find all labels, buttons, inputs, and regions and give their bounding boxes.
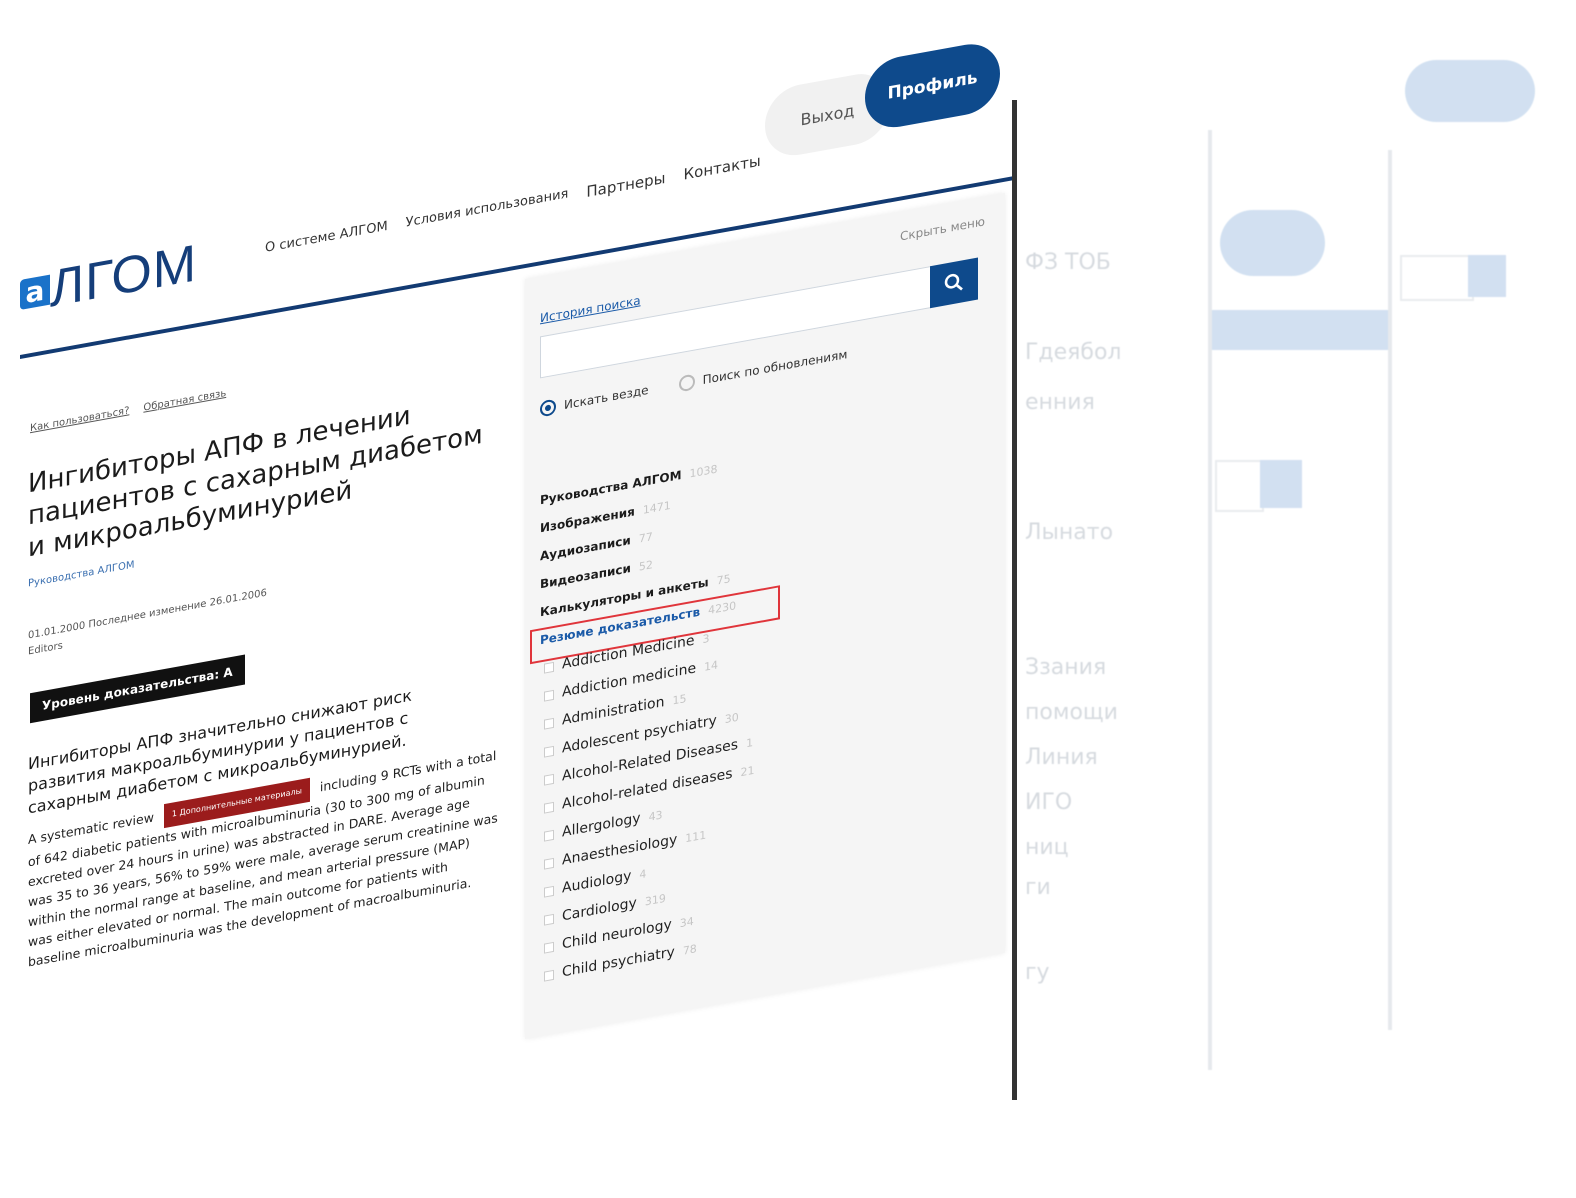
- ghost-text: Гдеябол: [1025, 340, 1122, 365]
- article-dates: 01.01.2000 Последнее изменение 26.01.200…: [28, 587, 267, 642]
- ghost-text: Ззания: [1025, 655, 1107, 680]
- source-link[interactable]: Руководства АЛГОМ: [28, 559, 135, 589]
- category-list: Руководства АЛГОМ 1038 Изображения 1471 Ау…: [530, 407, 980, 990]
- ghost-text: гу: [1025, 960, 1050, 985]
- radio-everywhere-label: Искать везде: [564, 382, 649, 413]
- hide-menu-link[interactable]: Скрыть меню: [900, 214, 985, 243]
- subcategory-count: 34: [679, 914, 694, 931]
- ghost-column-line-2: [1388, 150, 1392, 1030]
- how-to-link[interactable]: Как пользоваться?: [30, 405, 129, 434]
- article-authors: Editors: [28, 640, 63, 658]
- subcategory-count: 30: [724, 710, 739, 727]
- ghost-search-input: [1400, 255, 1474, 301]
- ghost-search-button: [1468, 255, 1506, 297]
- subcategory-count: 3: [702, 631, 710, 647]
- subcategory-count: 14: [704, 658, 719, 674]
- ghost-column-line: [1208, 130, 1212, 1070]
- category-count: 75: [716, 572, 731, 588]
- subcategory-count: 319: [644, 891, 666, 909]
- panel-divider: [1012, 100, 1017, 1100]
- subcategory-count: 15: [672, 692, 687, 708]
- logo-mark: a: [20, 274, 50, 310]
- ghost-button: [1220, 210, 1325, 276]
- ghost-text: ниц: [1025, 835, 1069, 860]
- ghost-search-button-2: [1260, 460, 1302, 508]
- radio-updates[interactable]: Поиск по обновлениям: [678, 346, 848, 393]
- search-icon: [944, 273, 963, 291]
- ghost-text: енния: [1025, 390, 1095, 415]
- breadcrumb: Как пользоваться? Обратная связь: [30, 388, 226, 434]
- radio-everywhere[interactable]: Искать везде: [540, 382, 649, 418]
- category-count: 1038: [689, 462, 718, 481]
- faded-background-pages: ФЗ ТОБ Гдеябол енния Лынато Ззания помощ…: [1020, 0, 1576, 1198]
- category-count: 1471: [642, 498, 671, 517]
- stage: a ЛГОМ О системе АЛГОМ Условия использов…: [0, 0, 1576, 1198]
- subcategory-count: 111: [685, 828, 707, 846]
- ghost-text: Лынато: [1025, 520, 1114, 545]
- subcategory-count: 43: [648, 808, 663, 824]
- subcategory-count: 78: [682, 942, 697, 958]
- ghost-search-input-2: [1215, 460, 1264, 512]
- radio-checked-icon: [540, 398, 556, 418]
- category-count: 77: [638, 530, 653, 546]
- site-page: a ЛГОМ О системе АЛГОМ Условия использов…: [20, 0, 1020, 1040]
- search-panel: Скрыть меню История поиска Искать везде …: [525, 192, 1005, 1040]
- search-input[interactable]: [540, 265, 932, 379]
- evidence-level-badge: Уровень доказательства: A: [30, 654, 245, 724]
- ghost-text: ги: [1025, 875, 1051, 900]
- ghost-text: Линия: [1025, 745, 1098, 770]
- ghost-bar: [1210, 310, 1390, 350]
- ghost-profile-button: [1405, 60, 1535, 122]
- search-button[interactable]: [930, 257, 978, 309]
- radio-updates-label: Поиск по обновлениям: [702, 347, 848, 388]
- subcategory-count: 21: [740, 763, 755, 780]
- subcategory-count: 4: [639, 867, 647, 882]
- ghost-text: помощи: [1025, 700, 1118, 725]
- ghost-text: ФЗ ТОБ: [1025, 250, 1111, 275]
- subcategory-count: 1: [746, 736, 754, 751]
- radio-unchecked-icon: [678, 373, 695, 393]
- ghost-text: ИГО: [1025, 790, 1073, 815]
- category-count: 52: [638, 558, 653, 574]
- feedback-link[interactable]: Обратная связь: [143, 388, 226, 414]
